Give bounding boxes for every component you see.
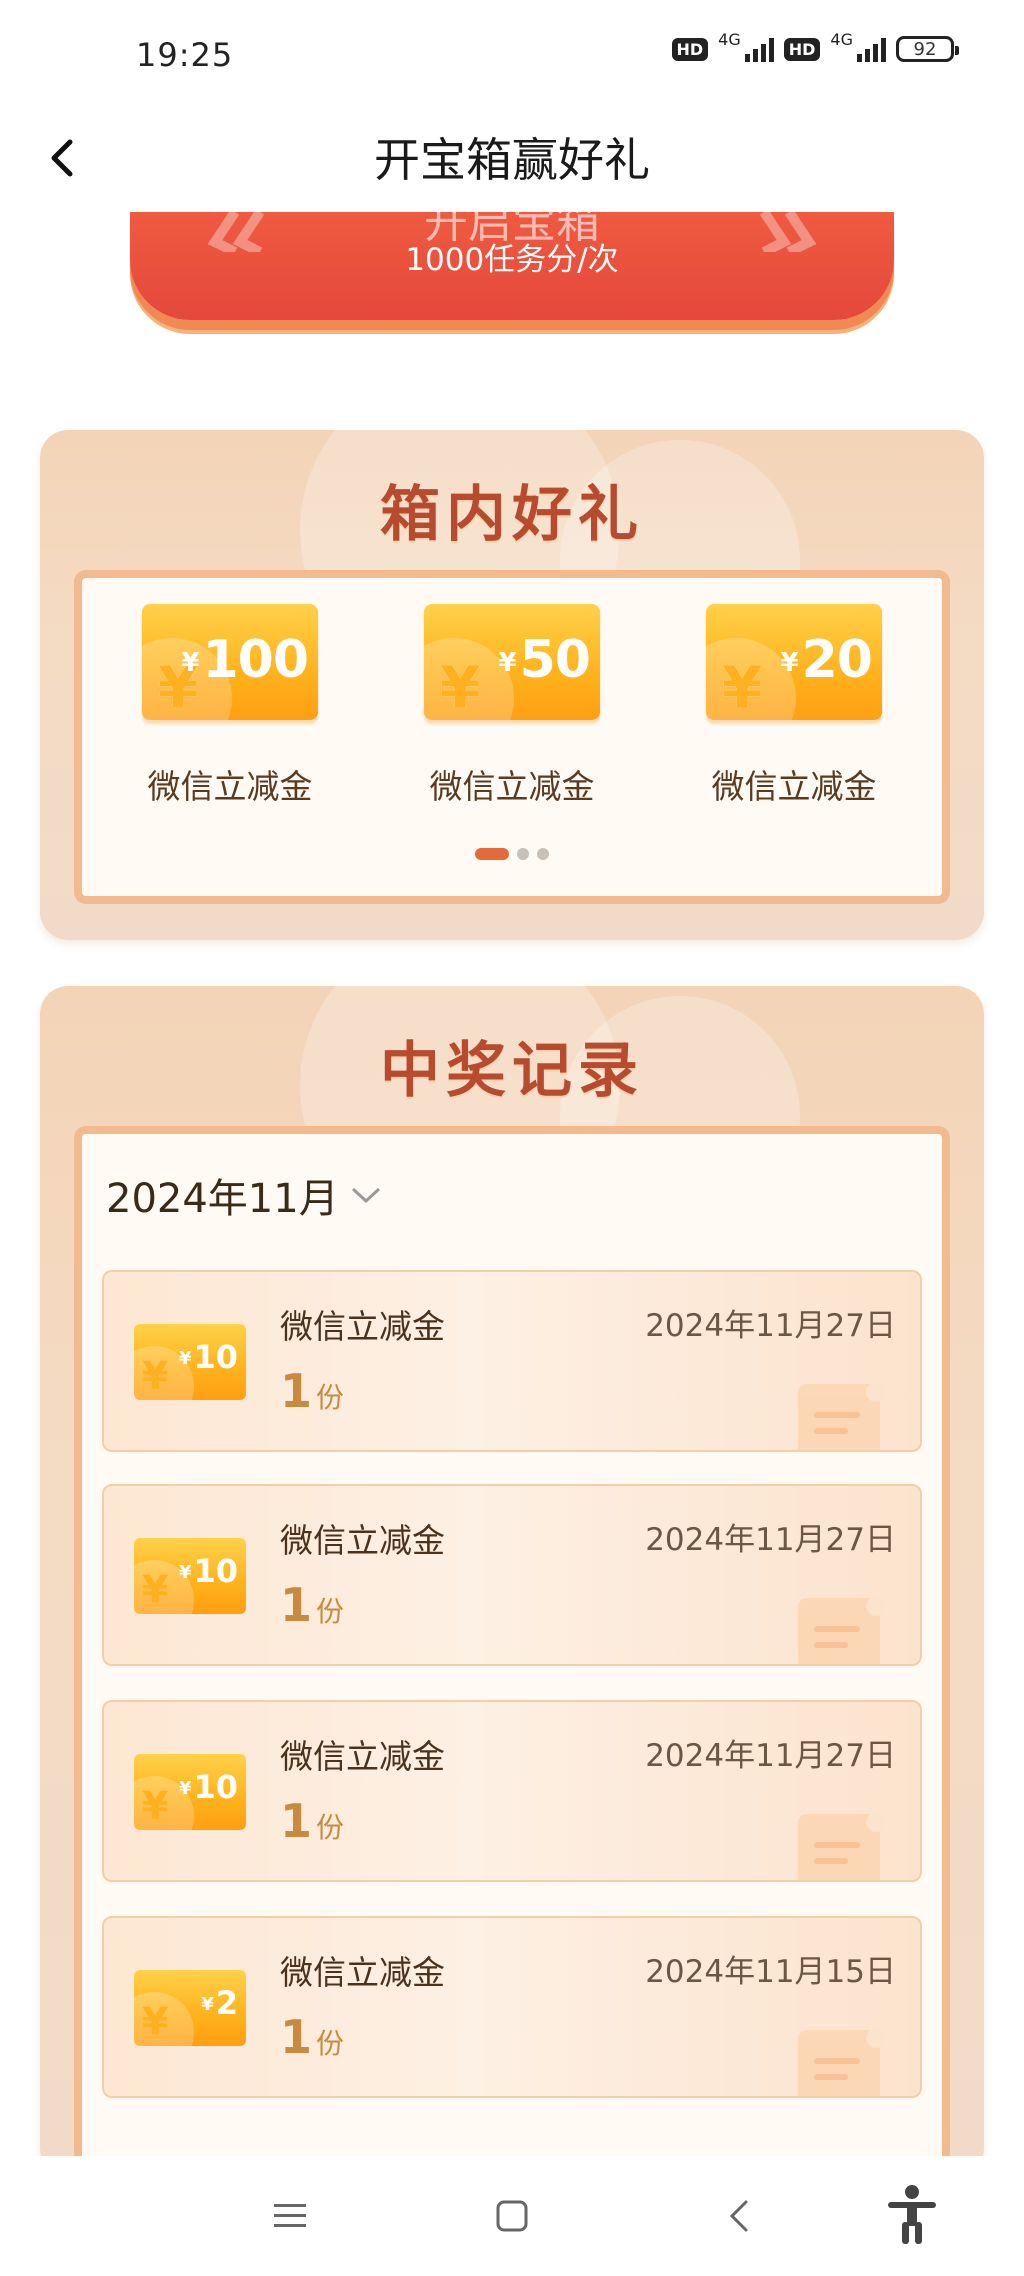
coupon-card: ¥ ¥100 (142, 604, 318, 720)
record-item[interactable]: ¥ ¥10 微信立减金 1份 2024年11月27日 (102, 1270, 922, 1452)
record-date: 2024年11月27日 (645, 1738, 896, 1774)
gifts-panel: 箱内好礼 ¥ ¥100 微信立减金 ¥ ¥50 微信立减金 ¥ ¥20 微信立减… (40, 430, 984, 940)
status-time: 19:25 (136, 36, 234, 74)
menu-button[interactable] (266, 2192, 314, 2240)
yen-icon: ¥ (142, 1354, 169, 1398)
prize-item[interactable]: ¥ ¥100 微信立减金 (140, 604, 320, 808)
prize-label: 微信立减金 (147, 767, 313, 806)
ticket-deco-icon (798, 2028, 886, 2096)
record-quantity: 1份 (280, 1794, 345, 1848)
battery-icon: 92 (896, 36, 959, 62)
record-date: 2024年11月27日 (645, 1308, 896, 1344)
records-panel: 中奖记录 2024年11月 ¥ ¥10 微信立减金 1份 2024年11月27日 … (40, 986, 984, 2176)
home-button[interactable] (488, 2192, 536, 2240)
ticket-deco-icon (798, 1382, 886, 1450)
pager-dot-active[interactable] (475, 848, 509, 860)
network-type: 4G (718, 29, 741, 49)
prize-amount: 50 (519, 630, 591, 690)
network-type-2: 4G (830, 29, 853, 49)
prize-item[interactable]: ¥ ¥20 微信立减金 (704, 604, 884, 808)
coupon-thumb: ¥ ¥2 (134, 1970, 246, 2046)
carousel-pager[interactable] (82, 848, 942, 860)
nav-back-button[interactable] (716, 2192, 764, 2240)
yen-icon: ¥ (142, 1568, 169, 1612)
coupon-thumb: ¥ ¥10 (134, 1538, 246, 1614)
battery-level: 92 (913, 38, 937, 60)
open-box-button[interactable]: 开启宝箱 1000任务分/次 (130, 197, 894, 320)
prize-amount: 100 (202, 630, 309, 690)
yen-icon: ¥ (722, 654, 763, 720)
page-title: 开宝箱赢好礼 (374, 133, 650, 187)
accessibility-icon (888, 2185, 936, 2244)
pager-dot[interactable] (537, 848, 549, 860)
prize-item[interactable]: ¥ ¥50 微信立减金 (422, 604, 602, 808)
pager-dot[interactable] (517, 848, 529, 860)
yen-icon: ¥ (142, 2000, 169, 2044)
coupon-card: ¥ ¥20 (706, 604, 882, 720)
coupon-thumb: ¥ ¥10 (134, 1754, 246, 1830)
menu-icon (274, 2204, 306, 2227)
record-quantity: 1份 (280, 1578, 345, 1632)
yen-icon: ¥ (142, 1784, 169, 1828)
chevron-down-icon (351, 1187, 380, 1204)
records-section-title: 中奖记录 (380, 1036, 644, 1106)
ticket-deco-icon (798, 1596, 886, 1664)
coupon-card: ¥ ¥50 (424, 604, 600, 720)
record-date: 2024年11月15日 (645, 1954, 896, 1990)
record-quantity: 1份 (280, 2010, 345, 2064)
yen-icon: ¥ (440, 654, 481, 720)
record-item[interactable]: ¥ ¥2 微信立减金 1份 2024年11月15日 (102, 1916, 922, 2098)
record-name: 微信立减金 (280, 1737, 445, 1776)
month-filter-value: 2024年11月 (106, 1176, 339, 1222)
record-name: 微信立减金 (280, 1953, 445, 1992)
coupon-thumb: ¥ ¥10 (134, 1324, 246, 1400)
record-item[interactable]: ¥ ¥10 微信立减金 1份 2024年11月27日 (102, 1700, 922, 1882)
record-quantity: 1份 (280, 1364, 345, 1418)
hd-badge-2: HD (783, 37, 821, 61)
system-nav-bar (0, 2156, 1024, 2276)
back-triangle-icon (729, 2200, 748, 2232)
status-indicators: HD 4G HD 4G 92 (671, 30, 959, 62)
hd-badge: HD (671, 37, 709, 61)
signal-icon-2 (857, 36, 886, 62)
prize-amount: 20 (801, 630, 873, 690)
signal-icon (744, 36, 774, 62)
prize-label: 微信立减金 (711, 767, 877, 806)
record-date: 2024年11月27日 (645, 1522, 896, 1558)
banner-cost-text: 1000任务分/次 (405, 242, 619, 278)
gifts-section-title: 箱内好礼 (380, 480, 644, 550)
record-item[interactable]: ¥ ¥10 微信立减金 1份 2024年11月27日 (102, 1484, 922, 1666)
prize-label: 微信立减金 (429, 767, 595, 806)
record-name: 微信立减金 (280, 1521, 445, 1560)
accessibility-button[interactable] (880, 2182, 944, 2246)
ticket-deco-icon (798, 1812, 886, 1880)
status-bar: 19:25 HD 4G HD 4G 92 (0, 0, 1024, 110)
gifts-carousel[interactable]: ¥ ¥100 微信立减金 ¥ ¥50 微信立减金 ¥ ¥20 微信立减金 (74, 570, 950, 904)
records-list: 2024年11月 ¥ ¥10 微信立减金 1份 2024年11月27日 ¥ ¥10 … (74, 1126, 950, 2176)
record-name: 微信立减金 (280, 1307, 445, 1346)
month-filter-dropdown[interactable]: 2024年11月 (106, 1166, 383, 1224)
home-square-icon (496, 2200, 528, 2232)
